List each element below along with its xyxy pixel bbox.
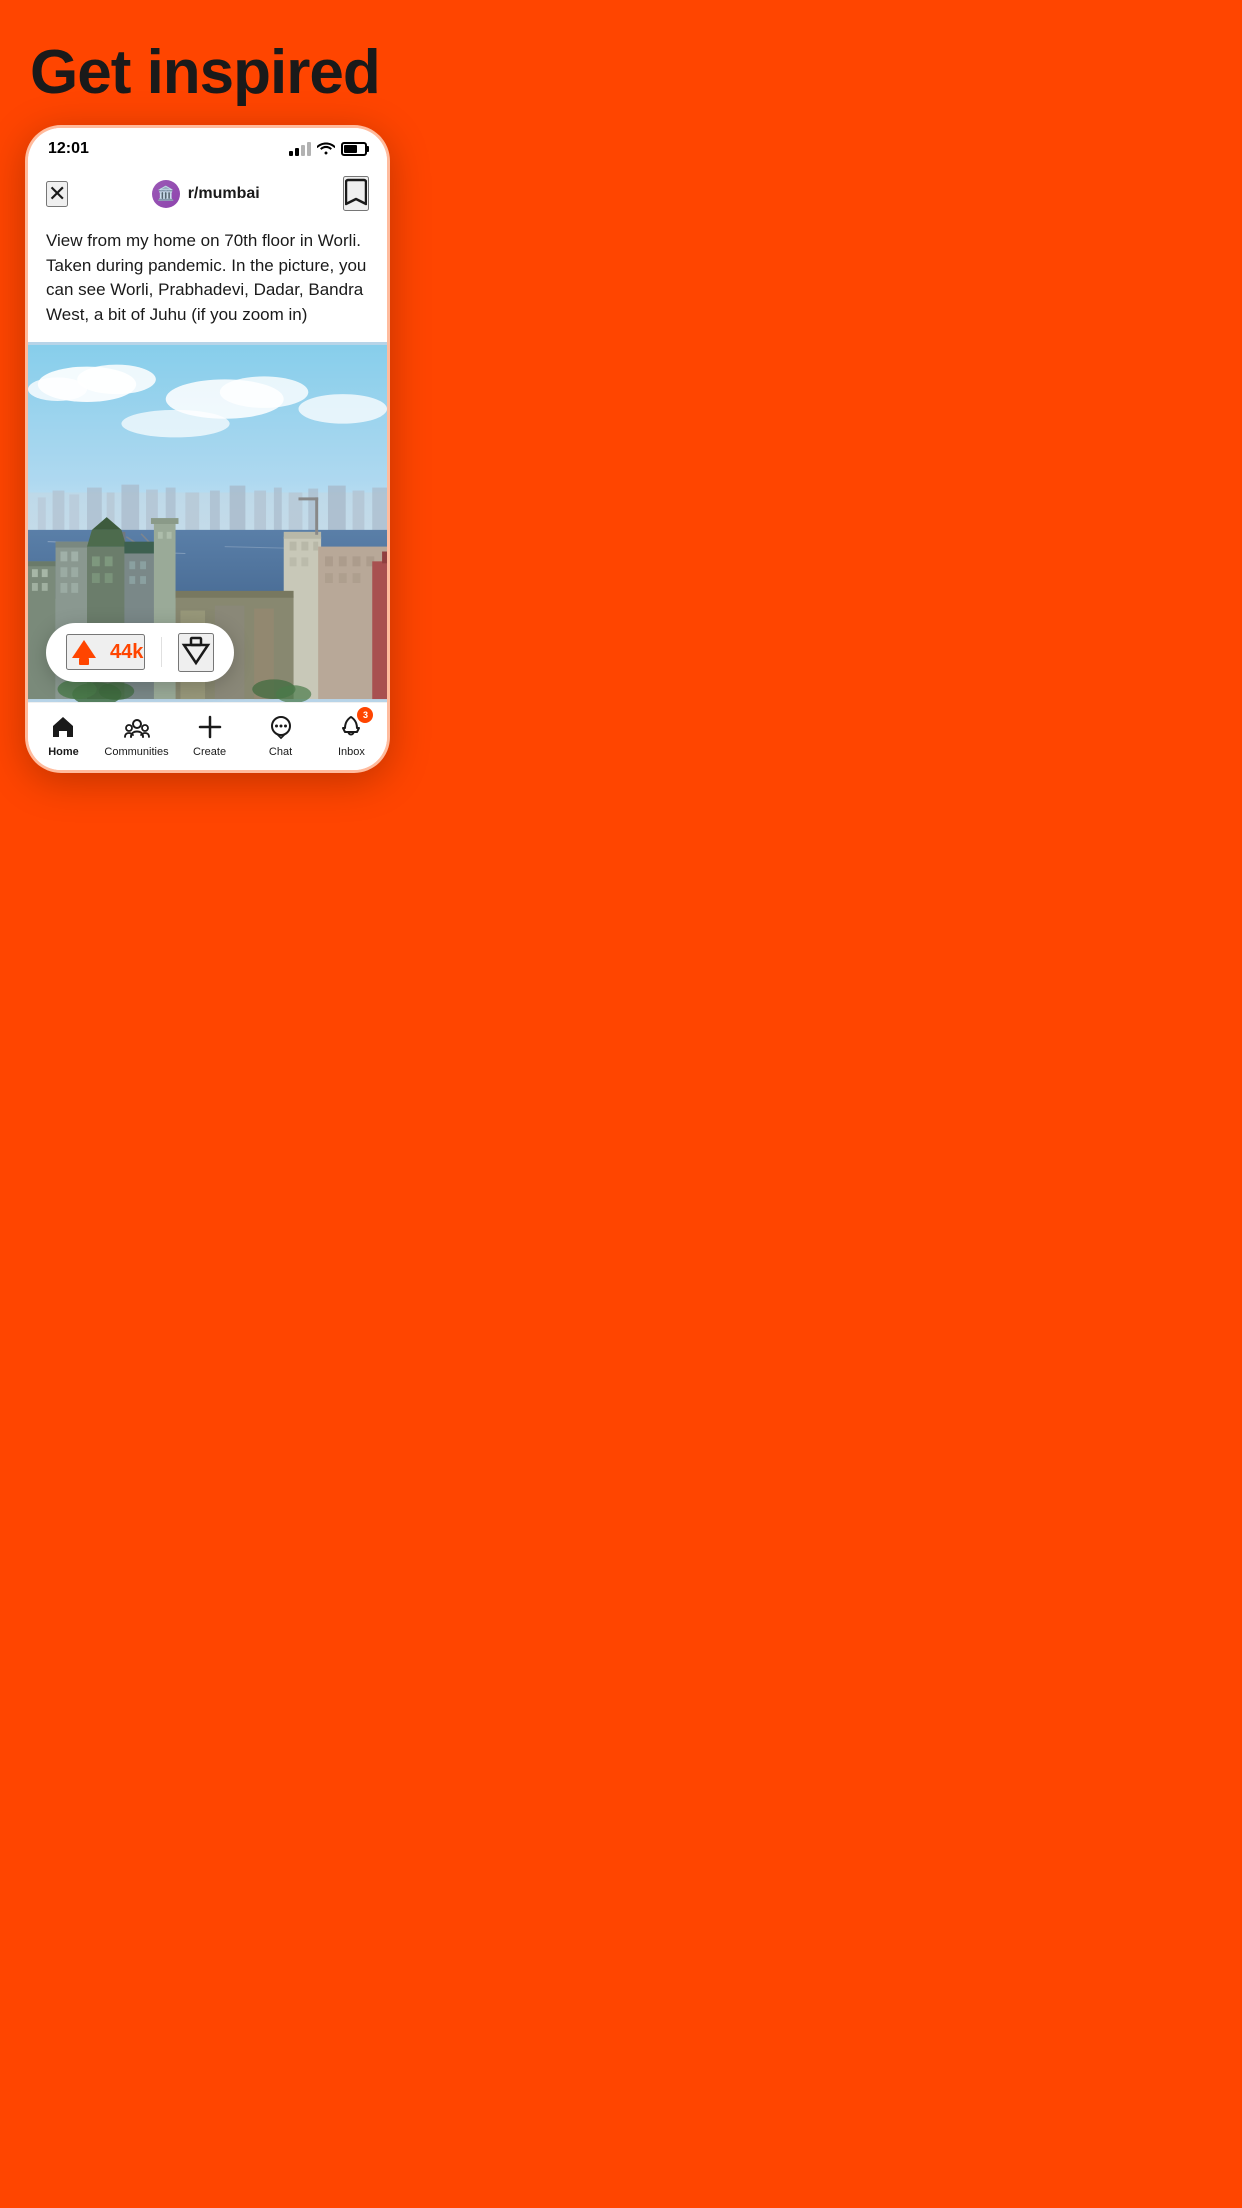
bookmark-button[interactable] xyxy=(343,176,369,211)
hero-section: Get inspired xyxy=(0,0,414,125)
phone-screen: 12:01 xyxy=(25,125,390,773)
battery-fill xyxy=(344,145,357,153)
communities-icon-wrap xyxy=(121,711,153,743)
inbox-icon-wrap: 3 xyxy=(335,711,367,743)
nav-item-inbox[interactable]: 3 Inbox xyxy=(321,711,381,758)
subreddit-icon: 🏛️ xyxy=(152,180,180,208)
post-header: ✕ 🏛️ r/mumbai xyxy=(28,166,387,221)
nav-label-inbox: Inbox xyxy=(338,746,365,758)
nav-label-chat: Chat xyxy=(269,746,292,758)
vote-count: 44k xyxy=(110,641,143,664)
bottom-nav: Home Communities xyxy=(28,702,387,770)
nav-label-create: Create xyxy=(193,746,226,758)
post-title: View from my home on 70th floor in Worli… xyxy=(46,229,369,328)
communities-icon xyxy=(124,714,150,740)
wifi-icon xyxy=(317,141,335,158)
vote-bar: 44k xyxy=(46,623,234,682)
status-time: 12:01 xyxy=(48,140,89,158)
chat-icon xyxy=(268,714,294,740)
close-button[interactable]: ✕ xyxy=(46,181,68,207)
nav-label-communities: Communities xyxy=(104,746,168,758)
downvote-arrow-icon xyxy=(180,635,212,667)
nav-item-chat[interactable]: Chat xyxy=(251,711,311,758)
nav-label-home: Home xyxy=(48,746,79,758)
phone-outer: 12:01 xyxy=(0,125,414,793)
post-image: 44k xyxy=(28,342,387,702)
page-wrapper: Get inspired 12:01 xyxy=(0,0,414,793)
battery-icon xyxy=(341,142,367,156)
hero-title: Get inspired xyxy=(30,40,384,105)
post-text-section: View from my home on 70th floor in Worli… xyxy=(28,221,387,342)
create-icon xyxy=(197,714,223,740)
chat-icon-wrap xyxy=(265,711,297,743)
bookmark-icon xyxy=(345,178,367,206)
nav-item-home[interactable]: Home xyxy=(33,711,93,758)
nav-item-create[interactable]: Create xyxy=(180,711,240,758)
inbox-badge: 3 xyxy=(357,707,373,723)
home-icon xyxy=(50,714,76,740)
create-icon-wrap xyxy=(194,711,226,743)
subreddit-name: r/mumbai xyxy=(188,185,260,203)
upvote-button[interactable]: 44k xyxy=(66,634,145,670)
status-bar: 12:01 xyxy=(28,128,387,166)
subreddit-info: 🏛️ r/mumbai xyxy=(152,180,260,208)
signal-icon xyxy=(289,142,311,156)
upvote-arrow-icon xyxy=(68,636,100,668)
status-icons xyxy=(289,141,367,158)
vote-divider xyxy=(161,637,162,667)
downvote-button[interactable] xyxy=(178,633,214,672)
home-icon-wrap xyxy=(47,711,79,743)
nav-item-communities[interactable]: Communities xyxy=(104,711,168,758)
